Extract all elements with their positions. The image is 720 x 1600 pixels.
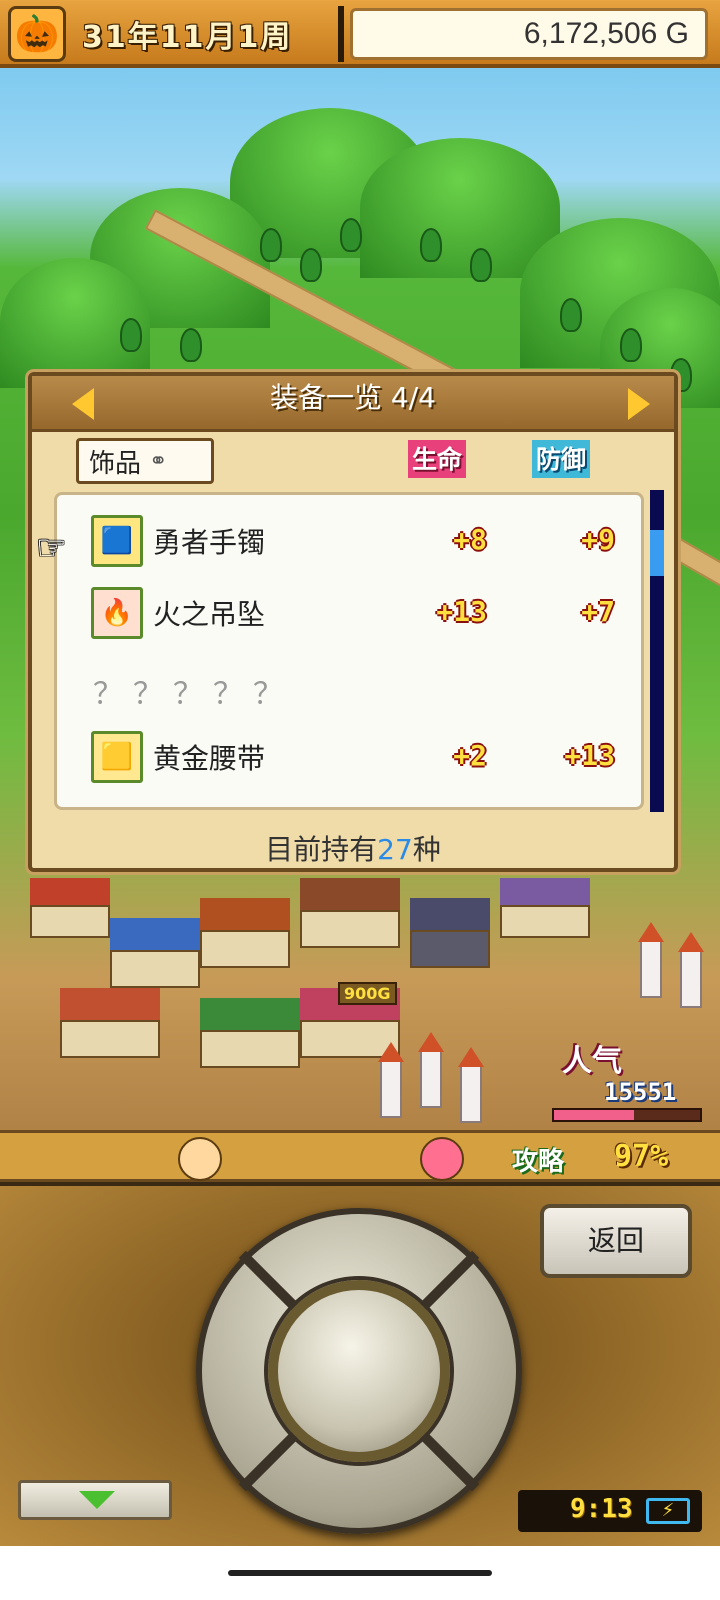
tree [340, 218, 362, 252]
tree [260, 228, 282, 262]
castle-tower [458, 1047, 484, 1123]
strategy-value: 97% [614, 1139, 669, 1174]
equipment-list-panel: 装备一览 4/4 饰品 ⚭ 生命 防御 🟦 勇者手镯 +8 +9 🔥 火之吊坠 … [28, 372, 678, 872]
tree [470, 248, 492, 282]
house [410, 898, 490, 968]
list-item[interactable]: ？？？？？ [57, 653, 647, 723]
house [500, 878, 590, 938]
price-tag: 900G [338, 982, 397, 1005]
castle-tower [638, 922, 664, 998]
house [200, 898, 290, 968]
confirm-button[interactable] [268, 1280, 450, 1462]
equipment-list: 🟦 勇者手镯 +8 +9 🔥 火之吊坠 +13 +7 ？？？？？ 🟨 黄金腰带 … [54, 492, 644, 810]
belt-icon: 🟨 [91, 731, 143, 783]
divider [338, 6, 344, 62]
item-life-bonus: +2 [453, 739, 487, 772]
hill [360, 138, 560, 278]
money-display: 6,172,506 G [350, 8, 708, 60]
list-item[interactable]: 🔥 火之吊坠 +13 +7 [57, 581, 647, 651]
owned-count-text: 目前持有27种 [32, 828, 674, 868]
unknown-item-name: ？？？？？ [93, 677, 293, 712]
castle-tower [678, 932, 704, 1008]
pumpkin-menu-icon[interactable]: 🎃 [8, 6, 66, 62]
strategy-label: 攻略 [512, 1147, 565, 1177]
house [30, 878, 110, 938]
item-name: 黄金腰带 [153, 742, 266, 775]
panel-title: 装备一览 4/4 [270, 381, 436, 414]
item-life-bonus: +13 [436, 595, 487, 628]
house [300, 878, 400, 948]
ring-icon: ⚭ [149, 448, 168, 474]
defense-column-header: 防御 [532, 440, 591, 478]
game-date: 31年11月1周 [82, 20, 293, 55]
hero-portrait-icon[interactable] [420, 1137, 464, 1181]
castle-tower [378, 1042, 404, 1118]
battery-icon: ⚡ [646, 1498, 690, 1524]
owned-suffix: 种 [412, 833, 441, 866]
item-name: 火之吊坠 [153, 598, 266, 631]
clock-display: 9:13 ⚡ [518, 1490, 702, 1532]
item-defense-bonus: +9 [581, 523, 615, 556]
bracelet-icon: 🟦 [91, 515, 143, 567]
house [60, 988, 160, 1058]
item-defense-bonus: +7 [581, 595, 615, 628]
tree [420, 228, 442, 262]
list-item[interactable]: 🟦 勇者手镯 +8 +9 [57, 509, 647, 579]
pointing-hand-cursor-icon: ☜ [36, 528, 67, 568]
item-life-bonus: +8 [453, 523, 487, 556]
back-button[interactable]: 返回 [540, 1204, 692, 1278]
castle-tower [418, 1032, 444, 1108]
owned-count: 27 [377, 833, 413, 866]
popularity-bar-fill [554, 1110, 635, 1120]
money-value: 6,172,506 G [523, 17, 689, 50]
tree [300, 248, 322, 282]
tree [620, 328, 642, 362]
staff-status-strip: 攻略 97% [0, 1130, 720, 1182]
clock-time: 9:13 [570, 1494, 633, 1524]
top-status-bar: 🎃 31年11月1周 6,172,506 G [0, 0, 720, 68]
house [200, 998, 300, 1068]
popularity-label: 人气 [562, 1044, 622, 1079]
previous-page-arrow-icon[interactable] [72, 388, 94, 420]
popularity-value: 15551 [604, 1078, 677, 1106]
next-page-arrow-icon[interactable] [628, 388, 650, 420]
scrollbar-thumb[interactable] [650, 530, 664, 576]
item-defense-bonus: +13 [564, 739, 615, 772]
category-tab-label: 饰品 [89, 448, 142, 479]
system-nav-bar [0, 1546, 720, 1600]
category-tab-accessory[interactable]: 饰品 ⚭ [76, 438, 214, 484]
chevron-down-icon [79, 1491, 115, 1509]
item-name: 勇者手镯 [153, 526, 266, 559]
pendant-icon: 🔥 [91, 587, 143, 639]
tree [560, 298, 582, 332]
tree [120, 318, 142, 352]
list-scrollbar[interactable] [650, 490, 664, 812]
popularity-bar [552, 1108, 702, 1122]
hero-portrait-icon[interactable] [178, 1137, 222, 1181]
list-item[interactable]: 🟨 黄金腰带 +2 +13 [57, 725, 647, 795]
life-column-header: 生命 [408, 440, 467, 478]
owned-prefix: 目前持有 [265, 833, 378, 866]
house [110, 918, 200, 988]
tree [180, 328, 202, 362]
scroll-down-button[interactable] [18, 1480, 172, 1520]
home-indicator[interactable] [228, 1570, 492, 1576]
price-tag-label: 900G [344, 984, 391, 1003]
